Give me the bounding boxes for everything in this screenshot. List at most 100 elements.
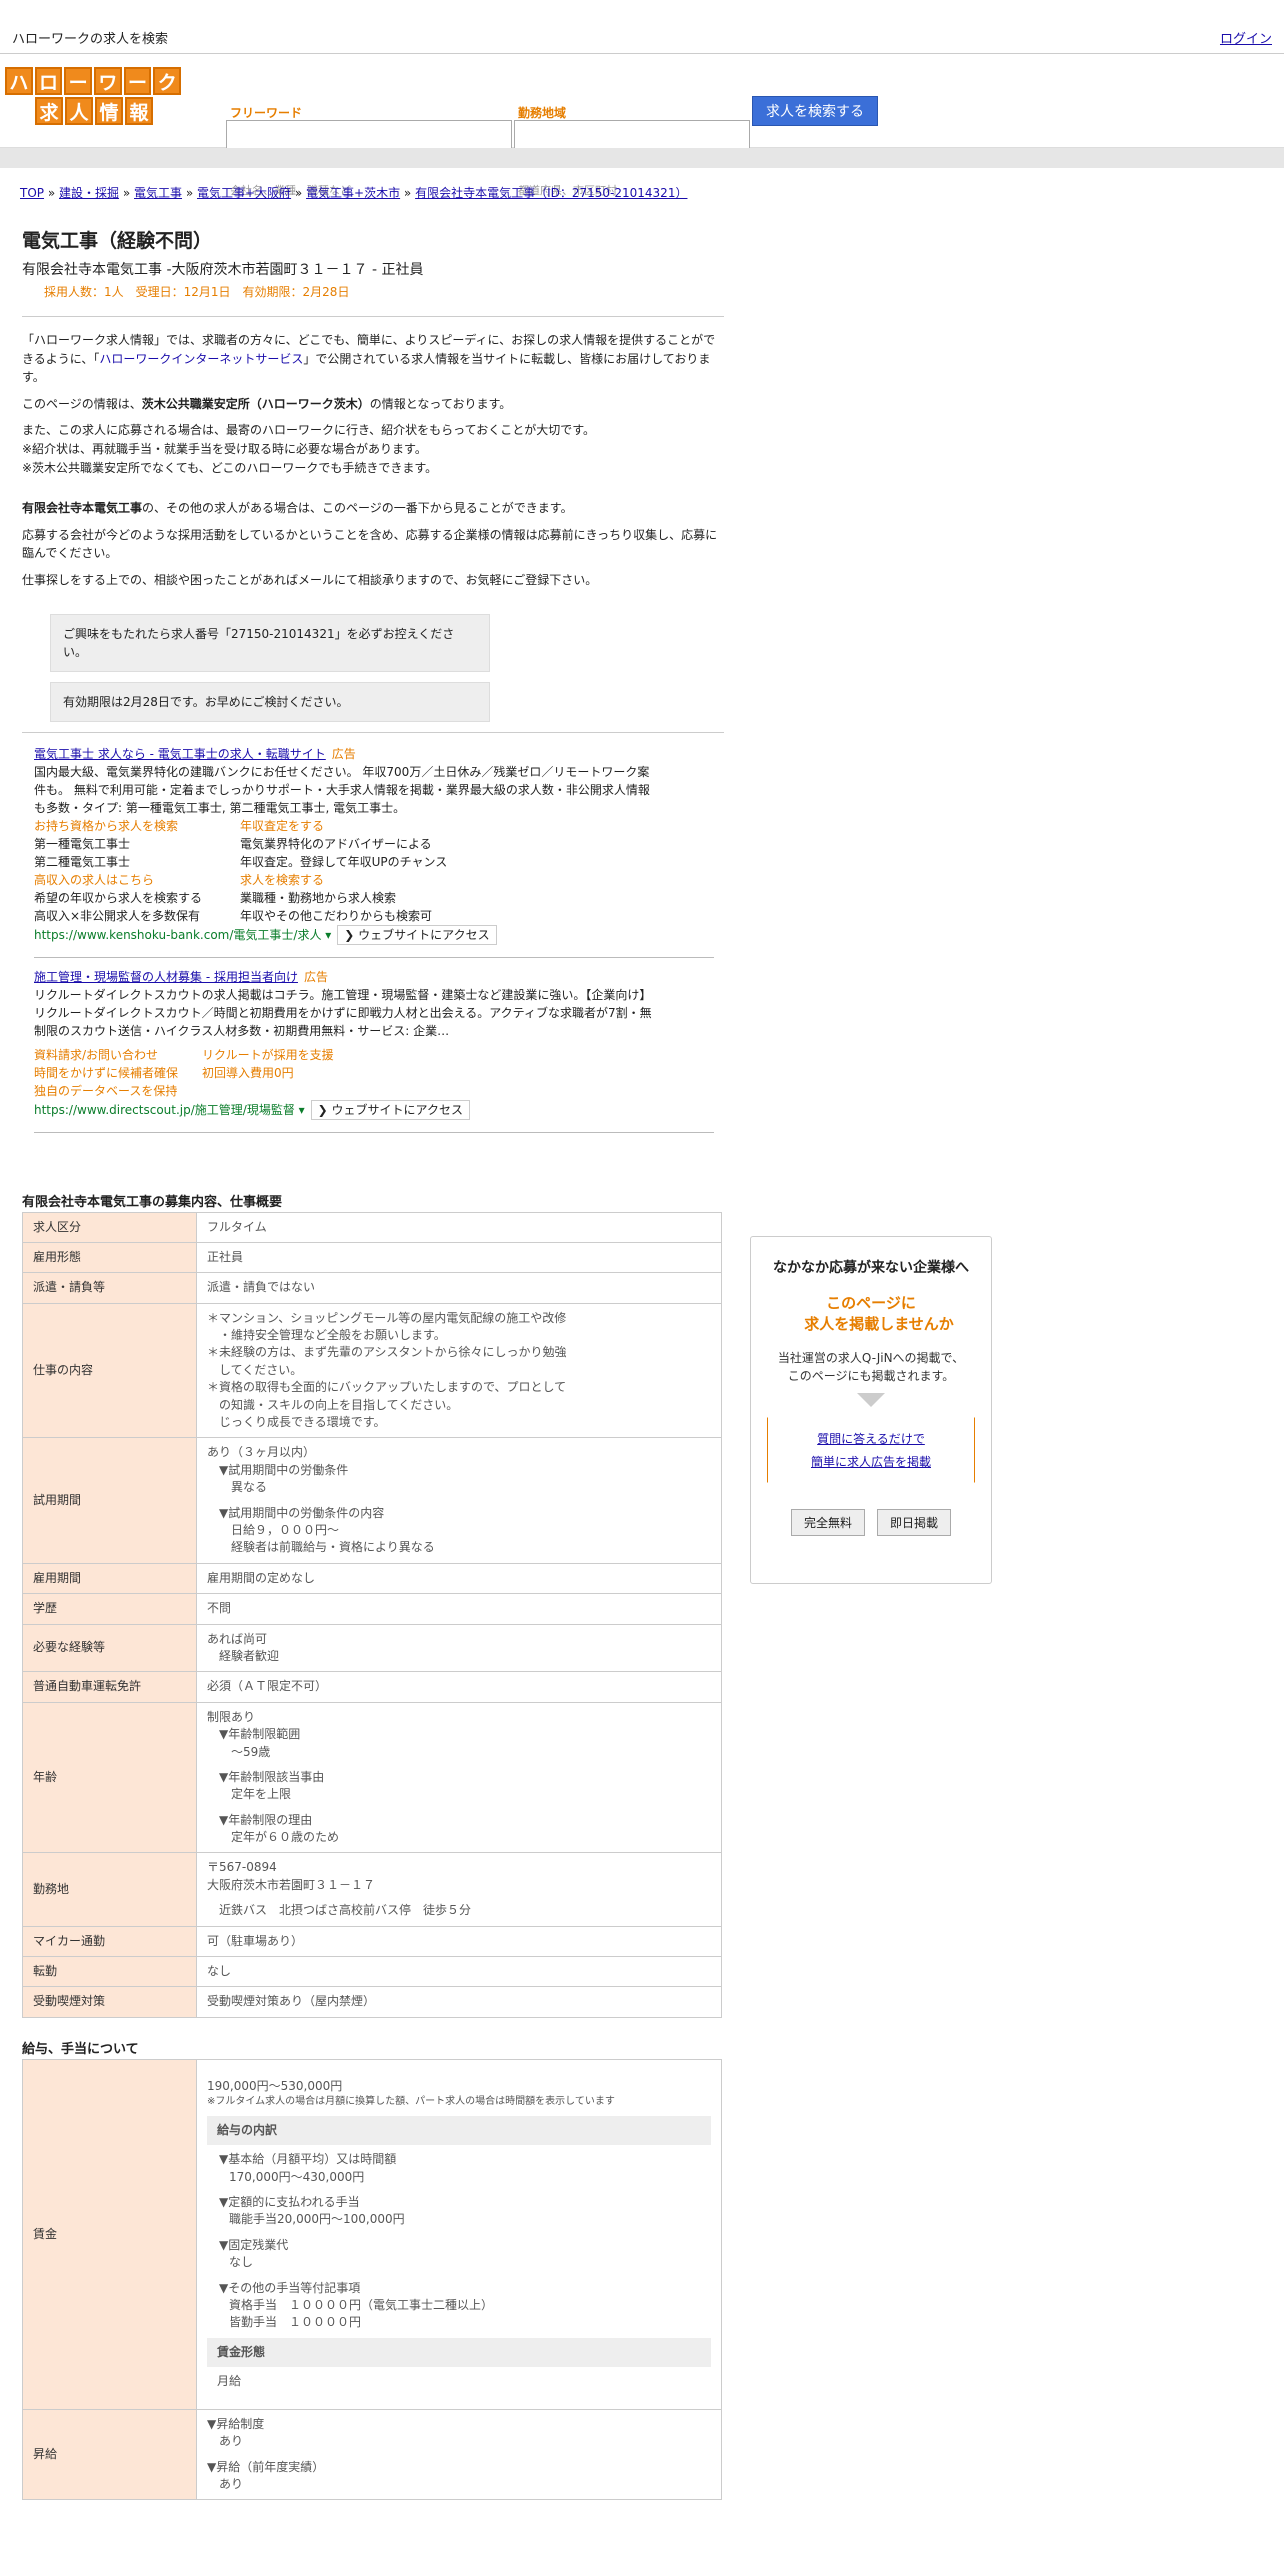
wage-range: 190,000円〜530,000円: [207, 2079, 343, 2094]
site-logo[interactable]: ハローワーク 求人情報: [5, 67, 182, 127]
intro-p6: 有限会社寺本電気工事の、その他の求人がある場合は、このページの一番下から見ること…: [22, 501, 573, 516]
ad1-desc: 国内最大級、電気業界特化の建職バンクにお任せください。 年収700万／土日休み／…: [34, 764, 650, 815]
wage-form-header: 賃金形態: [207, 2337, 711, 2368]
breadcrumb-link[interactable]: 電気工事: [134, 186, 182, 200]
ad1-sitelink[interactable]: お持ち資格から求人を検索 第一種電気工事士 第二種電気工事士: [34, 817, 240, 871]
row-value: 派遣・請負ではない: [196, 1272, 722, 1304]
row-key: 試用期間: [22, 1437, 197, 1564]
wage-form-value: 月給: [217, 2374, 242, 2389]
ad1-url[interactable]: https://www.kenshoku-bank.com/電気工事士/求人 ▾: [34, 928, 331, 942]
logo-char: ク: [153, 67, 182, 95]
intro-p8: 仕事探しをする上での、相談や困ったことがあればメールにて相談承りますので、お気軽…: [22, 572, 598, 587]
ad1-sitelink[interactable]: 高収入の求人はこちら 希望の年収から求人を検索する 高収入×非公開求人を多数保有: [34, 871, 240, 925]
row-value: 受動喫煙対策あり（屋内禁煙）: [196, 1986, 722, 2018]
advertise-links: 質問に答えるだけで 簡単に求人広告を掲載: [767, 1417, 975, 1483]
job-number-notice: ご興味をもたれたら求人番号「27150-21014321」を必ずお控えください。: [50, 613, 490, 672]
advertise-title: なかなか応募が来ない企業様へ: [773, 1260, 969, 1276]
job-meta: 採用人数：1人 受理日：12月1日 有効期限：2月28日: [44, 285, 350, 299]
salary-table: 賃金 190,000円〜530,000円 ※フルタイム求人の場合は月額に換算した…: [22, 2058, 722, 2501]
row-key: 年齢: [22, 1701, 197, 1854]
table-row: 必要な経験等 あれば尚可 経験者歓迎: [22, 1623, 722, 1673]
job-title: 電気工事（経験不問）: [22, 230, 213, 252]
deadline-notice: 有効期限は2月28日です。お早めにご検討ください。: [50, 681, 490, 722]
ad2-desc: リクルートダイレクトスカウトの求人掲載はコチラ。施工管理・現場監督・建築士など建…: [34, 987, 652, 1038]
logo-char: 報: [125, 97, 153, 125]
logo-char: ハ: [5, 67, 33, 95]
row-value: 制限あり ▼年齢制限範囲 ～59歳 ▼年齢制限該当事由 定年を上限 ▼年齢制限の理由定…: [196, 1701, 722, 1854]
ad1-sitelink[interactable]: 求人を検索する 業職種・勤務地から求人検索 年収やその他こだわりからも検索可: [240, 871, 714, 925]
row-value: 不問: [196, 1593, 722, 1625]
row-key: 受動喫煙対策: [22, 1986, 197, 2018]
ad2-sitelink-row[interactable]: 時間をかけずに候補者確保 初回導入費用0円: [34, 1064, 714, 1082]
row-value: 雇用期間の定めなし: [196, 1562, 722, 1595]
breadcrumb-link[interactable]: TOP: [20, 186, 44, 200]
advertise-link-2[interactable]: 簡単に求人広告を掲載: [768, 1453, 974, 1470]
table-row: 勤務地 〒567-0894 大阪府茨木市若園町３１－１７ 近鉄バス 北摂つばさ高校前…: [22, 1852, 722, 1927]
row-key: 雇用形態: [22, 1241, 197, 1274]
breadcrumb-link[interactable]: 電気工事+茨木市: [306, 186, 400, 200]
logo-char: ロ: [34, 67, 63, 95]
advertise-catch: このページに 求人を掲載しませんか: [804, 1294, 954, 1333]
wage-key: 賃金: [22, 2058, 197, 2410]
row-key: 派遣・請負等: [22, 1272, 197, 1304]
hellowork-link[interactable]: ハローワークインターネットサービス: [99, 352, 303, 366]
area-label: 勤務地域: [518, 106, 567, 120]
table-row: 年齢 制限あり ▼年齢制限範囲 ～59歳 ▼年齢制限該当事由 定年を上限 ▼年齢制限の理…: [22, 1701, 722, 1854]
ad2-title[interactable]: 施工管理・現場監督の人材募集 - 採用担当者向け: [34, 970, 298, 984]
same-day-badge: 即日掲載: [877, 1509, 952, 1536]
logo-char: ー: [64, 67, 93, 95]
table-row: 試用期間 あり（３ヶ月以内） ▼試用期間中の労働条件 異なる ▼試用期間中の労働条件の…: [22, 1437, 722, 1564]
requirements-table: 求人区分 フルタイム 雇用形態 正社員 派遣・請負等 派遣・請負ではない 仕事の内容 ＊マンシ…: [22, 1211, 722, 2018]
row-value: あれば尚可 経験者歓迎: [196, 1623, 722, 1673]
ad2-sitelink-row[interactable]: 独自のデータベースを保持: [34, 1082, 714, 1100]
row-key: 転勤: [22, 1956, 197, 1988]
row-key: 学歴: [22, 1593, 197, 1625]
ad1-title[interactable]: 電気工事士 求人なら - 電気工事士の求人・転職サイト: [34, 747, 326, 761]
row-value: 可（駐車場あり）: [196, 1925, 722, 1958]
area-input[interactable]: [514, 120, 750, 150]
row-value: 正社員: [196, 1241, 722, 1274]
table-row: 普通自動車運転免許 必須（ＡＴ限定不可）: [22, 1671, 722, 1703]
login-link[interactable]: ログイン: [1220, 28, 1272, 47]
logo-char: 情: [95, 97, 123, 125]
intro-p1: 「ハローワーク求人情報」では、求職者の方々に、どこでも、簡単に、よりスピーディに…: [22, 333, 716, 385]
logo-char: ワ: [94, 67, 122, 95]
requirements-title: 有限会社寺本電気工事の募集内容、仕事概要: [22, 1194, 283, 1210]
breadcrumb-link[interactable]: 電気工事+大阪府: [197, 186, 291, 200]
row-value: 〒567-0894 大阪府茨木市若園町３１－１７ 近鉄バス 北摂つばさ高校前バス停…: [196, 1852, 722, 1927]
table-row: マイカー通勤 可（駐車場あり）: [22, 1925, 722, 1958]
table-row: 昇給 ▼昇給制度 あり ▼昇給（前年度実績） あり: [22, 2408, 722, 2501]
raise-key: 昇給: [22, 2408, 197, 2501]
ad2-url[interactable]: https://www.directscout.jp/施工管理/現場監督 ▾: [34, 1103, 305, 1117]
advertise-desc: 当社運営の求人Q-JiNへの掲載で、 このページにも掲載されます。: [777, 1351, 965, 1383]
ad1-sitelink[interactable]: 年収査定をする 電気業界特化のアドバイザーによる 年収査定。登録して年収UPのチャン…: [240, 817, 714, 871]
search-bar: ハローワーク 求人情報 フリーワード 会社名、業種、職種など 勤務地域 都道府県…: [0, 54, 1284, 197]
logo-char: 人: [65, 97, 93, 125]
table-row: 受動喫煙対策 受動喫煙対策あり（屋内禁煙）: [22, 1986, 722, 2018]
site-title: ハローワークの求人を検索: [12, 32, 169, 47]
ad2-visit-button[interactable]: ❯ ウェブサイトにアクセス: [310, 1099, 470, 1120]
arrow-down-icon: [857, 1393, 885, 1407]
row-value: あり（３ヶ月以内） ▼試用期間中の労働条件 異なる ▼試用期間中の労働条件の内容 日給…: [196, 1437, 722, 1564]
logo-char: ー: [123, 67, 152, 95]
table-row: 雇用期間 雇用期間の定めなし: [22, 1562, 722, 1595]
search-button[interactable]: 求人を検索する: [752, 96, 878, 126]
ad2-tag: 広告: [303, 969, 328, 984]
divider-bar: [0, 148, 1284, 168]
row-value: ＊マンション、ショッピングモール等の屋内電気配線の施工や改修 ・維持安全管理など…: [196, 1302, 722, 1439]
free-word-input[interactable]: [226, 120, 512, 150]
breadcrumb: TOP » 建設・採掘 » 電気工事 » 電気工事+大阪府 » 電気工事+茨木市…: [20, 186, 688, 200]
ad-block-1: 電気工事士 求人なら - 電気工事士の求人・転職サイト広告 国内最大級、電気業界…: [34, 745, 714, 1133]
ad1-visit-button[interactable]: ❯ ウェブサイトにアクセス: [337, 924, 497, 945]
row-key: 必要な経験等: [22, 1623, 197, 1673]
intro-p7: 応募する会社が今どのような採用活動をしているかということを含め、応募する企業様の…: [22, 527, 718, 561]
row-value: なし: [196, 1956, 722, 1988]
table-row: 雇用形態 正社員: [22, 1241, 722, 1274]
breadcrumb-link[interactable]: 建設・採掘: [59, 186, 119, 200]
advertise-link-1[interactable]: 質問に答えるだけで: [768, 1430, 974, 1447]
row-key: 勤務地: [22, 1852, 197, 1927]
ad2-sitelink-row[interactable]: 資料請求/お問い合わせ リクルートが採用を支援: [34, 1046, 714, 1064]
breadcrumb-link[interactable]: 有限会社寺本電気工事（ID：27150-21014321）: [415, 186, 687, 200]
logo-char: 求: [35, 97, 63, 125]
intro-p3: また、この求人に応募される場合は、最寄のハローワークに行き、紹介状をもらっておく…: [22, 423, 596, 475]
